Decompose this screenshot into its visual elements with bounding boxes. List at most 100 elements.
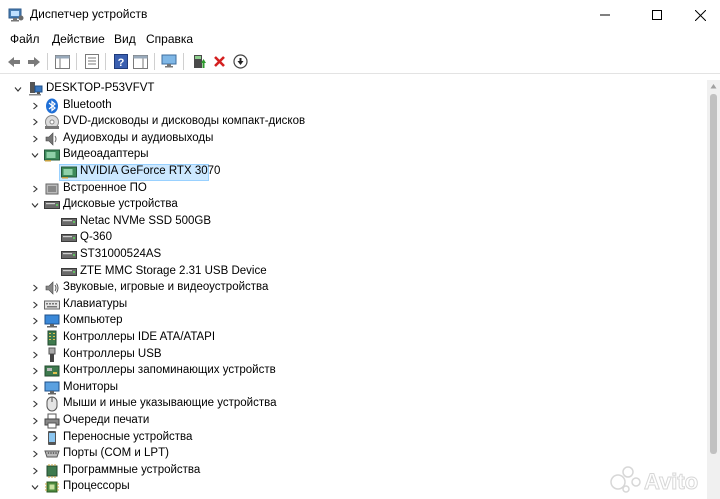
tree-category[interactable]: Процессоры <box>0 479 707 496</box>
uninstall-device-button[interactable] <box>210 52 229 71</box>
chevron-right-icon[interactable] <box>30 350 40 360</box>
chevron-down-icon[interactable] <box>30 150 40 160</box>
tree-category[interactable]: Аудиовходы и аудиовыходы <box>0 131 707 148</box>
tree-category-label: Мыши и иные указывающие устройства <box>63 397 277 410</box>
chevron-right-icon[interactable] <box>30 399 40 409</box>
back-button[interactable] <box>4 52 23 71</box>
tree-category[interactable]: Контроллеры запоминающих устройств <box>0 363 707 380</box>
monitor-icon <box>44 380 60 396</box>
maximize-button[interactable] <box>634 0 680 30</box>
action-pane-button[interactable] <box>131 52 150 71</box>
mouse-icon <box>44 396 60 412</box>
tree-device[interactable]: Netac NVMe SSD 500GB <box>0 214 707 231</box>
menu-view[interactable]: Вид <box>114 32 136 46</box>
vertical-scrollbar[interactable] <box>707 80 720 499</box>
tree-category-label: Контроллеры USB <box>63 347 162 360</box>
chevron-right-icon[interactable] <box>30 466 40 476</box>
tree-device[interactable]: ZTE MMC Storage 2.31 USB Device <box>0 264 707 281</box>
chevron-right-icon[interactable] <box>30 184 40 194</box>
action-pane-icon <box>133 54 148 69</box>
disk-drive-icon <box>44 197 60 213</box>
tree-category[interactable]: Контроллеры IDE ATA/ATAPI <box>0 330 707 347</box>
tree-category-label: Аудиовходы и аудиовыходы <box>63 131 214 144</box>
scrollbar-thumb[interactable] <box>710 94 717 454</box>
tree-root[interactable]: DESKTOP-P53VFVT <box>0 81 707 98</box>
scroll-up-arrow-icon <box>710 84 717 89</box>
disk-drive-icon <box>61 247 77 263</box>
disable-device-button[interactable] <box>231 52 250 71</box>
tree-category[interactable]: Звуковые, игровые и видеоустройства <box>0 280 707 297</box>
update-driver-button[interactable] <box>190 52 209 71</box>
storage-controller-icon <box>44 363 60 379</box>
menu-action[interactable]: Действие <box>52 32 105 46</box>
tree-device[interactable]: Q-360 <box>0 230 707 247</box>
tree-category[interactable]: Программные устройства <box>0 463 707 480</box>
ide-controller-icon <box>44 330 60 346</box>
minimize-button[interactable] <box>582 0 628 30</box>
tree-category[interactable]: Дисковые устройства <box>0 197 707 214</box>
processor-icon <box>44 479 60 495</box>
toolbar-separator <box>154 53 155 70</box>
tree-device[interactable]: NVIDIA GeForce RTX 3070 <box>0 164 707 181</box>
display-adapter-icon <box>44 147 60 163</box>
tree-category[interactable]: Контроллеры USB <box>0 347 707 364</box>
help-icon: ? <box>113 54 128 69</box>
firmware-icon <box>44 181 60 197</box>
forward-button[interactable] <box>24 52 43 71</box>
chevron-right-icon[interactable] <box>30 449 40 459</box>
tree-category[interactable]: Мониторы <box>0 380 707 397</box>
tree-device-label: ST31000524AS <box>80 248 162 260</box>
software-device-icon <box>44 463 60 479</box>
tree-category-label: Мониторы <box>63 380 119 393</box>
chevron-right-icon[interactable] <box>30 316 40 326</box>
properties-button[interactable] <box>82 52 101 71</box>
chevron-right-icon[interactable] <box>30 333 40 343</box>
title-bar: Диспетчер устройств <box>0 0 720 30</box>
device-tree[interactable]: DESKTOP-P53VFVT Bluetooth DVD-дисководы и … <box>0 80 707 499</box>
menu-file[interactable]: Файл <box>10 32 40 46</box>
close-button[interactable] <box>680 0 720 30</box>
disable-device-icon <box>233 54 248 69</box>
chevron-right-icon[interactable] <box>30 283 40 293</box>
chevron-right-icon[interactable] <box>30 300 40 310</box>
avito-watermark: Avito <box>606 456 716 496</box>
keyboard-icon <box>44 297 60 313</box>
show-hide-console-tree-button[interactable] <box>53 52 72 71</box>
chevron-right-icon[interactable] <box>30 383 40 393</box>
tree-category-label: Видеоадаптеры <box>63 148 149 161</box>
port-icon <box>44 446 60 462</box>
tree-device-label: ZTE MMC Storage 2.31 USB Device <box>80 264 267 277</box>
help-button[interactable]: ? <box>111 52 130 71</box>
tree-category-label: Контроллеры IDE ATA/ATAPI <box>63 331 216 343</box>
tree-category[interactable]: Видеоадаптеры <box>0 147 707 164</box>
tree-category-label: Звуковые, игровые и видеоустройства <box>63 281 269 294</box>
chevron-right-icon[interactable] <box>30 433 40 443</box>
menu-help[interactable]: Справка <box>146 32 193 46</box>
disk-drive-icon <box>61 214 77 230</box>
tree-category[interactable]: Очереди печати <box>0 413 707 430</box>
tree-category[interactable]: DVD-дисководы и дисководы компакт-дисков <box>0 114 707 131</box>
chevron-down-icon[interactable] <box>13 84 23 94</box>
tree-category[interactable]: Переносные устройства <box>0 430 707 447</box>
chevron-right-icon[interactable] <box>30 366 40 376</box>
tree-category[interactable]: Клавиатуры <box>0 297 707 314</box>
tree-device-label: Netac NVMe SSD 500GB <box>80 214 212 227</box>
tree-category[interactable]: Встроенное ПО <box>0 181 707 198</box>
tree-device[interactable]: ST31000524AS <box>0 247 707 264</box>
chevron-right-icon[interactable] <box>30 134 40 144</box>
scan-hardware-button[interactable] <box>160 52 179 71</box>
tree-category[interactable]: Компьютер <box>0 313 707 330</box>
chevron-down-icon[interactable] <box>30 482 40 492</box>
disk-drive-icon <box>61 264 77 280</box>
tree-category[interactable]: Мыши и иные указывающие устройства <box>0 396 707 413</box>
chevron-right-icon[interactable] <box>30 117 40 127</box>
chevron-right-icon[interactable] <box>30 101 40 111</box>
chevron-right-icon[interactable] <box>30 416 40 426</box>
tree-category[interactable]: Bluetooth <box>0 98 707 115</box>
minimize-icon <box>600 14 610 16</box>
chevron-down-icon[interactable] <box>30 200 40 210</box>
tree-category[interactable]: Порты (COM и LPT) <box>0 446 707 463</box>
tree-category-label: Встроенное ПО <box>63 181 147 194</box>
properties-icon <box>84 54 99 69</box>
toolbar-separator <box>47 53 48 70</box>
